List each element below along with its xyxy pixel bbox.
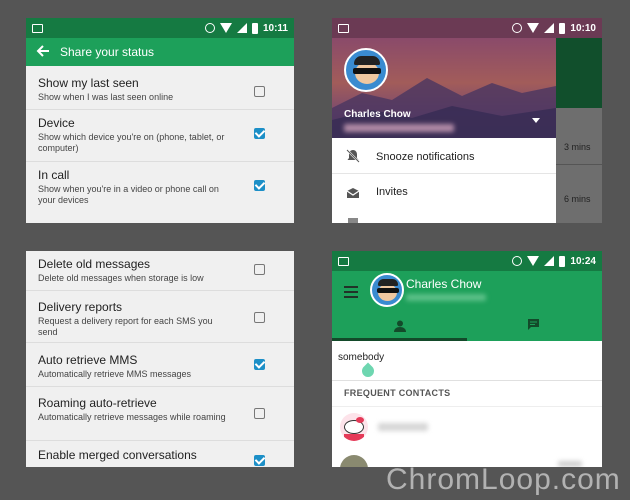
checkbox-unchecked[interactable]	[254, 312, 265, 323]
pref-title: Device	[38, 116, 75, 130]
image-notification-icon	[338, 23, 349, 33]
hamburger-menu-icon[interactable]	[344, 285, 358, 303]
pref-title: Enable merged conversations	[38, 448, 197, 462]
background-app: 3 mins 6 mins	[556, 38, 602, 223]
status-time: 10:11	[262, 22, 288, 34]
app-bar: Share your status	[26, 38, 294, 66]
pref-device[interactable]: Device Show which device you're on (phon…	[26, 112, 294, 162]
contact-name-blurred	[378, 423, 428, 431]
checkbox-unchecked[interactable]	[254, 86, 265, 97]
status-bar: 10:24	[332, 251, 602, 271]
menu-item-snooze[interactable]: Snooze notifications	[332, 138, 556, 174]
battery-icon	[251, 22, 258, 34]
pref-title: Delivery reports	[38, 300, 123, 314]
image-notification-icon	[32, 23, 43, 33]
pref-summary: Show which device you're on (phone, tabl…	[38, 132, 225, 153]
checkbox-checked[interactable]	[254, 180, 265, 191]
image-notification-icon	[338, 256, 349, 266]
tab-messages[interactable]	[467, 313, 602, 341]
pref-delivery-reports[interactable]: Delivery reports Request a delivery repo…	[26, 293, 294, 343]
section-header: FREQUENT CONTACTS	[344, 388, 451, 398]
time-label: 6 mins	[564, 194, 591, 204]
pref-delete-old-messages[interactable]: Delete old messages Delete old messages …	[26, 251, 294, 291]
envelope-icon	[346, 186, 360, 204]
drawer-header: Charles Chow	[332, 38, 556, 138]
alarm-icon	[204, 23, 215, 33]
pref-summary: Automatically retrieve MMS messages	[38, 369, 192, 379]
contact-avatar	[340, 455, 368, 467]
pref-summary: Request a delivery report for each SMS y…	[38, 316, 213, 337]
alarm-icon	[512, 256, 523, 266]
page-title: Share your status	[60, 45, 155, 59]
battery-icon	[559, 22, 566, 34]
menu-item-invites[interactable]: Invites	[332, 174, 556, 210]
pref-title: Auto retrieve MMS	[38, 353, 138, 367]
pref-auto-retrieve-mms[interactable]: Auto retrieve MMS Automatically retrieve…	[26, 345, 294, 387]
search-field[interactable]: somebody	[332, 341, 602, 381]
battery-icon	[559, 255, 566, 267]
pref-summary: Show when you're in a video or phone cal…	[38, 184, 219, 205]
pref-enable-merged-conversations[interactable]: Enable merged conversations	[26, 443, 294, 467]
contact-row[interactable]	[332, 406, 602, 450]
pref-title: Roaming auto-retrieve	[38, 396, 157, 410]
sms-settings-panel: Delete old messages Delete old messages …	[26, 251, 294, 467]
status-bar: 10:10	[332, 18, 602, 38]
checkbox-unchecked[interactable]	[254, 408, 265, 419]
pref-title: In call	[38, 168, 70, 182]
checkbox-unchecked[interactable]	[254, 264, 265, 275]
pref-summary: Automatically retrieve messages while ro…	[38, 412, 226, 422]
account-dropdown-icon[interactable]	[532, 118, 540, 123]
drawer: Charles Chow Snooze notifications Invite…	[332, 38, 556, 223]
checkbox-checked[interactable]	[254, 128, 265, 139]
contact-avatar	[340, 413, 368, 441]
user-email-blurred	[344, 124, 454, 132]
pref-in-call[interactable]: In call Show when you're in a video or p…	[26, 164, 294, 214]
pref-roaming-auto-retrieve[interactable]: Roaming auto-retrieve Automatically retr…	[26, 389, 294, 441]
watermark: ChromLoop.com	[386, 463, 621, 496]
signal-icon	[236, 23, 247, 33]
status-time: 10:24	[570, 255, 596, 267]
signal-icon	[544, 256, 555, 266]
status-bar: 10:11	[26, 18, 294, 38]
menu-label: Invites	[376, 186, 408, 198]
text-cursor-handle[interactable]	[359, 362, 377, 380]
search-input-value[interactable]: somebody	[338, 352, 384, 363]
avatar[interactable]	[344, 48, 388, 92]
chat-icon	[527, 318, 540, 336]
wifi-icon	[219, 23, 232, 33]
back-arrow-icon[interactable]	[36, 44, 50, 58]
wifi-icon	[527, 256, 540, 266]
menu-label: Snooze notifications	[376, 151, 475, 163]
pref-summary: Show when I was last seen online	[38, 92, 174, 102]
tab-contacts[interactable]	[332, 313, 467, 341]
wifi-icon	[527, 23, 540, 33]
avatar[interactable]	[370, 273, 404, 307]
pref-title: Delete old messages	[38, 257, 151, 271]
pref-title: Show my last seen	[38, 76, 139, 90]
alarm-icon	[512, 23, 523, 33]
time-label: 3 mins	[564, 142, 591, 152]
user-name: Charles Chow	[406, 277, 482, 291]
signal-icon	[544, 23, 555, 33]
next-menu-icon-partial	[348, 218, 358, 223]
share-status-panel: 10:11 Share your status Show my last see…	[26, 18, 294, 223]
person-icon	[394, 319, 406, 337]
pref-show-last-seen[interactable]: Show my last seen Show when I was last s…	[26, 70, 294, 110]
contacts-panel: 10:24 Charles Chow somebody FREQUENT CON…	[332, 251, 602, 467]
app-bar: Charles Chow	[332, 271, 602, 341]
user-name: Charles Chow	[344, 109, 411, 120]
snooze-bell-icon	[346, 149, 360, 168]
status-time: 10:10	[570, 22, 596, 34]
user-status-blurred	[406, 294, 486, 301]
pref-list: Show my last seen Show when I was last s…	[26, 66, 294, 223]
nav-drawer-panel: 10:10 3 mins 6 mins Charles Chow Snooze …	[332, 18, 602, 223]
checkbox-checked[interactable]	[254, 455, 265, 466]
pref-summary: Delete old messages when storage is low	[38, 273, 204, 283]
checkbox-checked[interactable]	[254, 359, 265, 370]
